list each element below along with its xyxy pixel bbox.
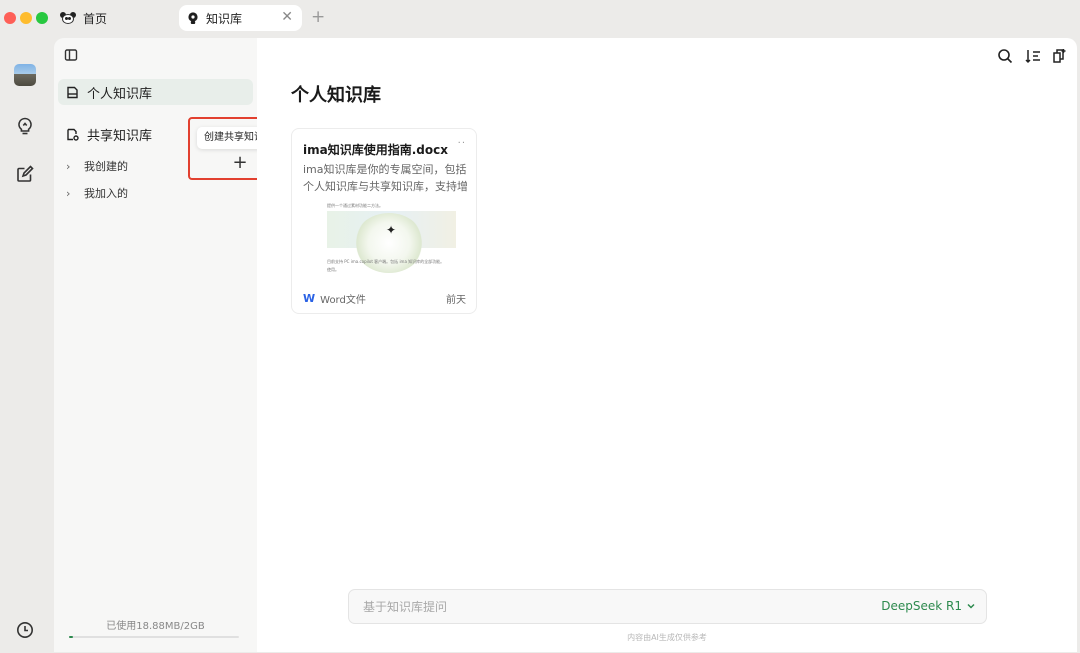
tab-home[interactable]: 首页	[60, 8, 107, 28]
panda-logo-icon	[60, 11, 76, 25]
ask-input[interactable]	[363, 590, 863, 623]
tree-item-label: 我加入的	[84, 187, 128, 200]
sidebar: 个人知识库 共享知识库 › 我创建的 › 我加入的 + 创建共享知识库 已使用1…	[54, 38, 285, 652]
tab-knowledge-base-label: 知识库	[206, 11, 243, 26]
preview-text: 目前支持 PC ima.copilot 客户端。包括 ima 知识库的全部功能。	[327, 259, 445, 264]
preview-text: 使用。	[327, 267, 339, 272]
avatar[interactable]	[14, 64, 36, 86]
sidebar-item-label: 共享知识库	[87, 129, 153, 144]
sidebar-toggle-icon[interactable]	[64, 48, 78, 62]
close-icon[interactable]: ✕	[281, 9, 293, 25]
edit-note-icon	[17, 165, 34, 182]
new-tab-button[interactable]: +	[311, 7, 325, 27]
model-label: DeepSeek R1	[881, 599, 962, 613]
rail-knowledge-button[interactable]	[14, 115, 36, 137]
more-options-icon[interactable]: ··	[458, 138, 466, 149]
shared-kb-icon	[67, 128, 79, 141]
sidebar-item-personal-kb[interactable]: 个人知识库	[58, 79, 253, 105]
window-zoom-button[interactable]	[36, 12, 48, 24]
tab-knowledge-base[interactable]: 知识库 ✕	[179, 5, 302, 31]
preview-text: 提供一个通过素材功能二方法。	[327, 203, 383, 208]
page-title: 个人知识库	[291, 85, 381, 106]
tree-item-joined[interactable]: › 我加入的	[66, 185, 128, 201]
rail-history-button[interactable]	[14, 619, 36, 641]
model-select[interactable]: DeepSeek R1	[881, 599, 976, 613]
chevron-right-icon: ›	[66, 159, 71, 173]
storage-usage-text: 已使用18.88MB/2GB	[106, 621, 205, 632]
sidebar-item-label: 个人知识库	[87, 86, 153, 102]
title-bar: 首页 知识库 ✕ +	[0, 0, 1080, 36]
file-type-label: Word文件	[320, 295, 366, 306]
word-icon: W	[303, 292, 316, 305]
sidebar-item-shared-kb[interactable]: 共享知识库	[66, 125, 152, 144]
document-card[interactable]: ima知识库使用指南.docx ·· ima知识库是你的专属空间，包括个人知识库…	[291, 128, 477, 314]
tab-home-label: 首页	[83, 11, 108, 26]
card-description: ima知识库是你的专属空间，包括个人知识库与共享知识库，支持增添…	[303, 163, 468, 193]
storage-usage-bar	[69, 636, 239, 638]
card-file-type: W Word文件	[303, 291, 366, 306]
card-title: ima知识库使用指南.docx	[303, 143, 448, 157]
document-preview: 提供一个通过素材功能二方法。 ✦ 目前支持 PC ima.copilot 客户端…	[327, 201, 457, 277]
main-panel: 个人知识库 ima知识库使用指南.docx ·· ima知识库是你的专属空间，包…	[257, 38, 1077, 652]
storage-usage-fill	[69, 636, 73, 638]
search-icon[interactable]	[997, 48, 1013, 64]
rail-notes-button[interactable]	[14, 163, 36, 185]
ai-disclaimer: 内容由AI生成仅供参考	[627, 633, 707, 642]
kb-icon	[67, 86, 78, 98]
clock-icon	[17, 622, 33, 638]
ask-box: DeepSeek R1	[348, 589, 987, 624]
chevron-down-icon	[967, 603, 975, 609]
tree-item-created[interactable]: › 我创建的	[66, 158, 128, 174]
chevron-right-icon: ›	[66, 186, 71, 200]
card-date: 前天	[446, 295, 466, 306]
window-minimize-button[interactable]	[20, 12, 32, 24]
tree-item-label: 我创建的	[84, 160, 128, 173]
new-doc-icon[interactable]	[1051, 48, 1067, 64]
preview-image: ✦	[327, 211, 456, 273]
sparkle-icon: ✦	[386, 223, 397, 237]
window-close-button[interactable]	[4, 12, 16, 24]
bulb-icon	[188, 11, 198, 24]
bulb-icon	[18, 117, 32, 135]
sort-icon[interactable]	[1025, 48, 1041, 64]
